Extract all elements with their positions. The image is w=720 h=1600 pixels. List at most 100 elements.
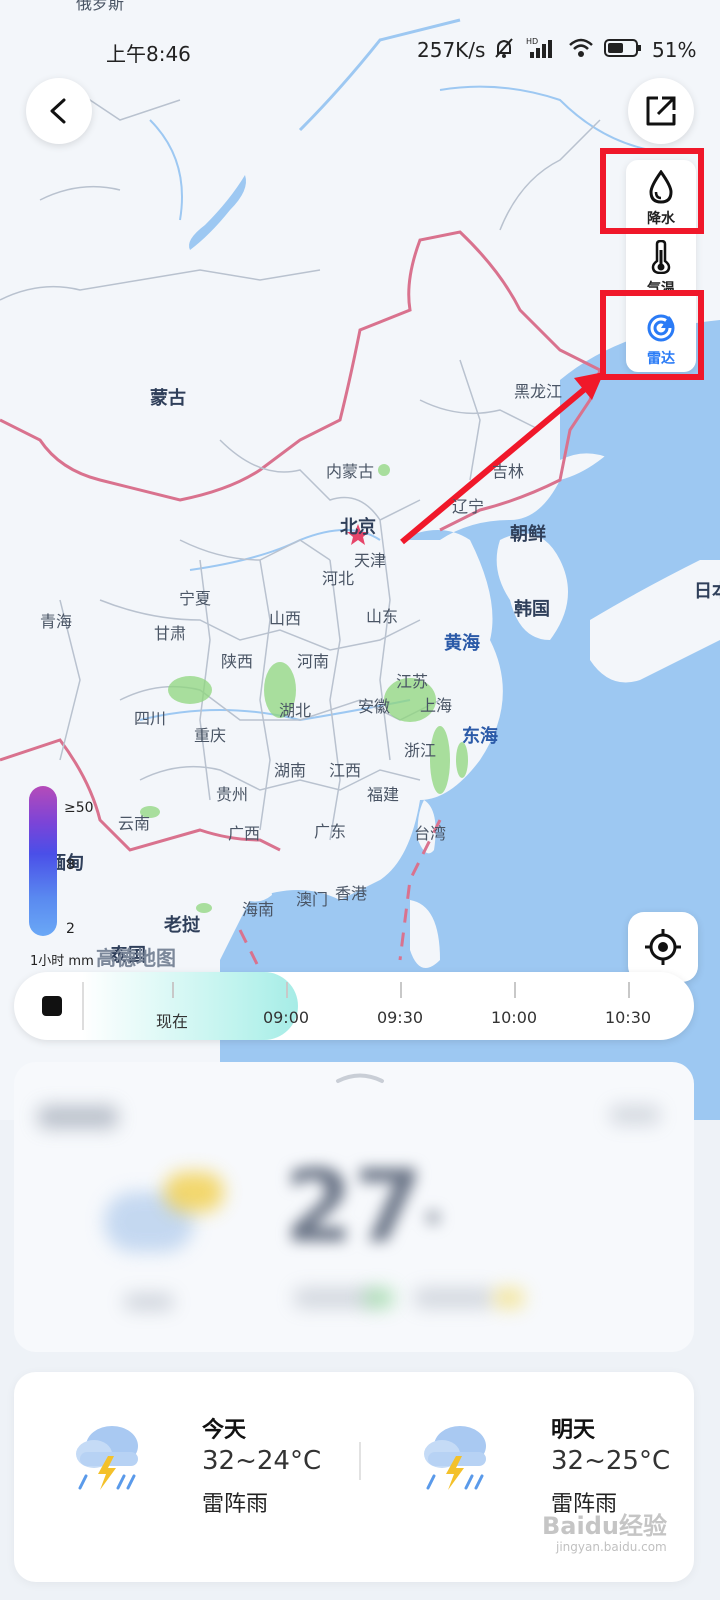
map-label-guangxi: 广西 bbox=[227, 824, 261, 843]
forecast-tomorrow-day: 明天 bbox=[551, 1418, 596, 1443]
map-label-hainan: 海南 bbox=[241, 900, 275, 919]
svg-text:HD: HD bbox=[526, 37, 538, 46]
map-label-chongqing: 重庆 bbox=[193, 726, 227, 745]
map-label-shanxi: 山西 bbox=[268, 609, 302, 628]
timeline-tick bbox=[172, 982, 174, 998]
timeline-label-1000[interactable]: 10:00 bbox=[491, 1008, 537, 1027]
map-label-east-china-sea: 东海 bbox=[462, 726, 498, 747]
blurred-humidity bbox=[414, 1288, 494, 1308]
map-label-taiwan: 台湾 bbox=[413, 824, 447, 843]
blurred-condition bbox=[124, 1294, 174, 1310]
timeline-progress bbox=[82, 972, 298, 1040]
blurred-aqi bbox=[294, 1288, 374, 1308]
map-label-hebei: 河北 bbox=[321, 569, 355, 588]
forecast-today-day: 今天 bbox=[202, 1418, 247, 1443]
map-label-anhui: 安徽 bbox=[357, 697, 391, 716]
timeline-label-1030[interactable]: 10:30 bbox=[605, 1008, 651, 1027]
stop-button[interactable] bbox=[42, 996, 62, 1016]
timeline-label-now[interactable]: 现在 bbox=[156, 1008, 188, 1032]
watermark: Baidu经验 bbox=[542, 1512, 667, 1540]
map-label-yellow-sea: 黄海 bbox=[444, 633, 480, 654]
map-label-mongolia: 蒙古 bbox=[150, 388, 186, 409]
battery-icon bbox=[604, 39, 641, 57]
back-arrow-icon bbox=[50, 98, 66, 124]
legend-mid: 8 bbox=[66, 857, 75, 873]
map-label-beijing: 北京 bbox=[340, 517, 376, 538]
legend-unit: 1小时 mm bbox=[30, 954, 94, 969]
highlight-box-precipitation bbox=[600, 148, 704, 234]
timeline-separator bbox=[82, 982, 84, 1030]
map-label-fujian: 福建 bbox=[366, 785, 400, 804]
battery-percent: 51% bbox=[652, 38, 697, 62]
status-bar: 上午8:46 257K/s HD 51% bbox=[0, 34, 720, 68]
legend-min: 2 bbox=[66, 921, 75, 937]
back-button[interactable] bbox=[26, 78, 92, 144]
timeline-tick bbox=[514, 982, 516, 998]
blurred-badge bbox=[494, 1288, 524, 1308]
map-label-heilongjiang: 黑龙江 bbox=[513, 382, 563, 401]
map-label-gansu: 甘肃 bbox=[153, 624, 187, 643]
map-label-yunnan: 云南 bbox=[117, 814, 151, 833]
map-label-hubei: 湖北 bbox=[278, 701, 312, 720]
forecast-today-temp: 32~24°C bbox=[202, 1446, 322, 1476]
blurred-aqi-badge bbox=[364, 1288, 394, 1308]
timeline-label-0930[interactable]: 09:30 bbox=[377, 1008, 423, 1027]
map-label-jiangsu: 江苏 bbox=[395, 672, 429, 691]
timeline-tick bbox=[286, 982, 288, 998]
map-label-tianjin: 天津 bbox=[353, 551, 387, 570]
forecast-today-condition: 雷阵雨 bbox=[202, 1492, 269, 1517]
highlight-box-radar bbox=[600, 290, 704, 380]
blurred-time bbox=[610, 1106, 660, 1124]
status-icons: HD bbox=[492, 36, 642, 60]
current-weather-card[interactable]: 27° bbox=[14, 1062, 694, 1352]
map-label-ningxia: 宁夏 bbox=[178, 589, 212, 608]
wifi-icon bbox=[569, 38, 593, 57]
map-label-guangdong: 广东 bbox=[313, 822, 347, 841]
timeline-label-0900[interactable]: 09:00 bbox=[263, 1008, 309, 1027]
map-label-liaoning: 辽宁 bbox=[451, 497, 485, 516]
legend-max: ≥50 bbox=[64, 800, 94, 816]
map-label-shanghai: 上海 bbox=[419, 696, 453, 715]
thermometer-icon bbox=[651, 240, 671, 274]
thunderstorm-icon bbox=[424, 1426, 486, 1490]
blurred-temperature: 27° bbox=[284, 1148, 444, 1265]
share-icon bbox=[646, 96, 676, 126]
share-button[interactable] bbox=[628, 78, 694, 144]
mute-icon bbox=[495, 38, 513, 58]
map-label-russia: 俄罗斯 bbox=[75, 0, 125, 13]
map-label-shandong: 山东 bbox=[365, 607, 399, 626]
map-label-zhejiang: 浙江 bbox=[403, 741, 437, 760]
blurred-location bbox=[38, 1106, 118, 1128]
map-label-jiangxi: 江西 bbox=[328, 761, 362, 780]
status-time: 上午8:46 bbox=[106, 42, 191, 66]
map-label-japan: 日本 bbox=[694, 581, 720, 602]
map-label-guizhou: 贵州 bbox=[215, 785, 249, 804]
precipitation-legend bbox=[29, 786, 57, 936]
map-label-south-korea: 韩国 bbox=[514, 599, 550, 620]
hd-signal-icon: HD bbox=[526, 37, 552, 58]
map-label-north-korea: 朝鲜 bbox=[510, 524, 546, 545]
map-label-shaanxi: 陕西 bbox=[220, 652, 254, 671]
timeline-tick bbox=[628, 982, 630, 998]
radar-timeline[interactable]: 现在 09:00 09:30 10:00 10:30 bbox=[14, 972, 694, 1040]
map-label-qinghai: 青海 bbox=[39, 612, 73, 631]
layer-temperature-button[interactable]: 气温 bbox=[626, 230, 696, 298]
network-speed: 257K/s bbox=[417, 38, 486, 62]
map-label-macau: 澳门 bbox=[295, 890, 329, 909]
map-label-henan: 河南 bbox=[296, 652, 330, 671]
sheet-handle-icon[interactable] bbox=[334, 1070, 386, 1084]
map-label-jilin: 吉林 bbox=[491, 462, 525, 481]
map-label-hongkong: 香港 bbox=[334, 884, 368, 903]
map-label-sichuan: 四川 bbox=[133, 709, 167, 728]
map-label-laos: 老挝 bbox=[164, 915, 200, 936]
forecast-divider bbox=[359, 1442, 361, 1480]
thunderstorm-icon bbox=[76, 1426, 138, 1490]
locate-target-icon bbox=[645, 929, 681, 965]
timeline-tick bbox=[400, 982, 402, 998]
watermark-url: jingyan.baidu.com bbox=[556, 1540, 667, 1554]
blurred-sun-icon bbox=[164, 1172, 224, 1212]
map-label-neimenggu: 内蒙古 bbox=[325, 462, 375, 481]
map-attribution: 高德地图 bbox=[96, 946, 176, 970]
map-label-hunan: 湖南 bbox=[273, 761, 307, 780]
forecast-tomorrow-temp: 32~25°C bbox=[551, 1446, 671, 1476]
